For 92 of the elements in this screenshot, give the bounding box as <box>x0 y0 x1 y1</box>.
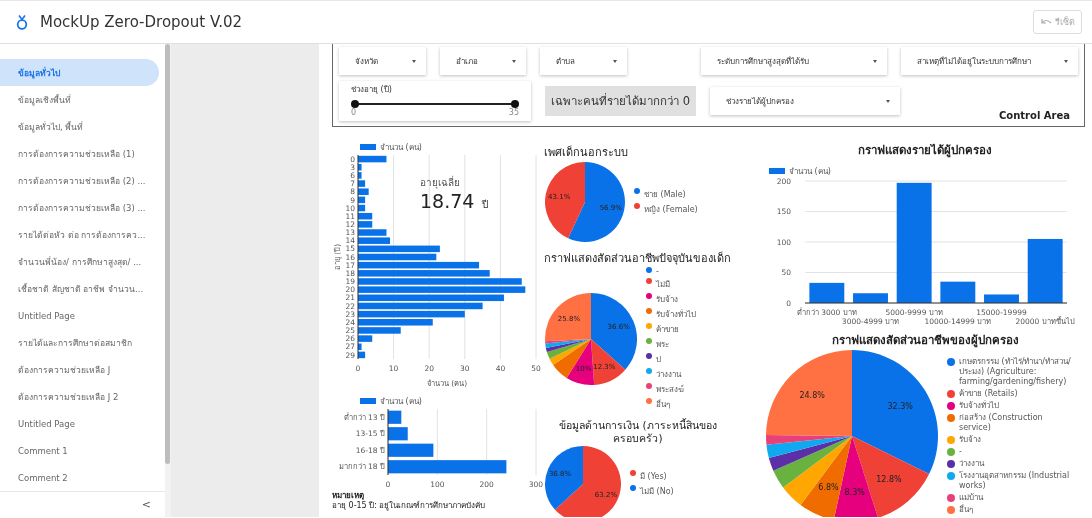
slider-handle[interactable] <box>351 99 359 108</box>
nav-item[interactable]: ข้อมูลทั่วไป, พื้นที่ <box>0 113 159 140</box>
legend-label: จำนวน (คน) <box>380 395 422 408</box>
legend-swatch <box>360 398 376 404</box>
stat-value: 18.74 <box>420 190 475 212</box>
data-label: 8.3% <box>844 488 865 498</box>
stat-label: อายุเฉลี่ย <box>420 175 461 190</box>
legend-label: หญิง (Female) <box>644 204 698 216</box>
chart-title: กราฟแสดงสัดส่วนอาชีพของผู้ปกครอง <box>830 332 1020 349</box>
legend-label: ก่อสร้าง (Construction service) <box>959 413 1044 433</box>
caret-icon <box>612 59 617 63</box>
legend-label: รับจ้างทั่วไป <box>656 308 696 321</box>
app-title: MockUp Zero-Dropout V.02 <box>40 13 244 31</box>
legend-label: พระ <box>656 339 669 351</box>
legend-swatch <box>360 144 376 150</box>
nav-item[interactable]: ข้อมูลเชิงพื้นที่ <box>0 86 159 113</box>
bar <box>1027 238 1063 303</box>
nav-item[interactable]: รายได้และการศึกษาต่อสมาชิก <box>0 329 159 356</box>
bar <box>853 293 888 303</box>
nav-item[interactable]: การต้องการความช่วยเหลือ (1) <box>0 140 159 167</box>
nav-item[interactable]: ข้อมูลทั่วไป <box>0 59 159 86</box>
legend-swatch <box>769 168 785 174</box>
panel-caption: Control Area <box>998 110 1070 121</box>
legend-label: ไม่มี <box>656 279 670 291</box>
dropdown[interactable]: ระดับการศึกษาสูงสุดที่ได้รับ <box>700 47 888 75</box>
nav-item[interactable]: การต้องการความช่วยเหลือ (2) ... <box>0 167 159 194</box>
bar <box>940 281 976 303</box>
max-label: 35 <box>508 108 519 117</box>
dropdown[interactable]: ตำบล <box>540 47 627 75</box>
data-label: 6.8% <box>818 483 839 493</box>
legend-label: ชาย (Male) <box>644 189 686 201</box>
legend-label: แม่บ้าน <box>959 493 983 503</box>
caret-icon <box>873 59 878 63</box>
legend-label: - <box>656 267 659 276</box>
bar <box>809 282 845 303</box>
caret-icon <box>1064 59 1068 63</box>
nav-item[interactable]: Comment 2 <box>0 464 159 491</box>
scrollbar-thumb[interactable] <box>165 44 170 464</box>
chart-title: เพศเด็กนอกระบบ <box>544 144 629 161</box>
legend-label: รับจ้าง <box>959 435 981 445</box>
filter-button[interactable]: เฉพาะคนที่รายได้มากกว่า 0 <box>545 86 696 116</box>
slider-label: ช่วงอายุ (ปี) <box>351 84 393 96</box>
chart-title: ข้อมูลด้านการเงิน (ภาระหนี้สินของครอบครัว) <box>558 419 718 445</box>
data-label: 24.8% <box>799 391 825 401</box>
dropdown[interactable]: สาเหตุที่ไม่ได้อยู่ในระบบการศึกษา <box>901 47 1078 75</box>
nav-item[interactable]: เชื้อชาติ สัญชาติ อาชีพ จำนวน... <box>0 275 159 302</box>
bar <box>388 443 434 457</box>
min-label: 0 <box>351 108 357 117</box>
data-label: 12.8% <box>876 474 902 484</box>
legend-label: อื่นๆ <box>656 398 670 411</box>
caret-icon <box>411 59 416 63</box>
legend-label: จำนวน (คน) <box>789 165 831 178</box>
caret-icon <box>512 59 517 63</box>
range-slider[interactable]: ช่วงอายุ (ปี) 0 35 <box>339 81 531 121</box>
legend-label: ป <box>656 354 661 366</box>
collapse-button[interactable]: < <box>135 497 157 512</box>
bar <box>984 294 1019 303</box>
data-label: 32.3% <box>887 401 913 411</box>
dropdown[interactable]: ช่วงรายได้ผู้ปกครอง <box>710 87 900 115</box>
undo-icon <box>1040 18 1052 26</box>
note-text: อายุ 0-15 ปี: อยู่ในเกณฑ์การศึกษาภาคบังคับ <box>332 501 486 510</box>
caret-icon <box>886 99 890 103</box>
nav-item[interactable]: ต้องการความช่วยเหลือ J <box>0 356 159 383</box>
legend-label: ค้าขาย (Retails) <box>959 389 1018 399</box>
legend-label: - <box>959 447 962 457</box>
nav-item[interactable]: ต้องการความช่วยเหลือ J 2 <box>0 383 159 410</box>
nav-item[interactable]: Comment 1 <box>0 437 159 464</box>
nav-item[interactable]: Untitled Page <box>0 302 159 329</box>
nav-item[interactable]: รายได้ต่อหัว ต่อ การต้องการคว... <box>0 221 159 248</box>
nav-item[interactable]: การต้องการความช่วยเหลือ (3) ... <box>0 194 159 221</box>
legend-label: รับจ้าง <box>656 294 678 306</box>
legend-label: อื่นๆ <box>959 505 973 515</box>
note-title: หมายเหตุ <box>332 491 365 501</box>
nav-item[interactable]: จำนวนพี่น้อง/ การศึกษาสูงสุด/ ... <box>0 248 159 275</box>
chart-title: กราฟแสดงสัดส่วนอาชีพปัจจุบันของเด็ก <box>544 250 732 267</box>
dropdown[interactable]: จังหวัด <box>339 47 426 75</box>
legend-label: ว่างงาน <box>656 369 681 381</box>
legend-label: พระสงฆ์ <box>656 384 684 396</box>
legend-label: ว่างงาน <box>959 459 984 469</box>
logo-icon <box>16 14 28 30</box>
legend-label: โรงงานอุตสาหกรรม (Industrial works) <box>959 471 1071 491</box>
nav-item[interactable]: Untitled Page <box>0 410 159 437</box>
slider-handle[interactable] <box>511 99 519 108</box>
stat-unit: ปี <box>482 198 489 212</box>
legend-label: มี (Yes) <box>640 471 667 483</box>
chart-title: กราฟแสดงรายได้ผู้ปกครอง <box>857 142 993 159</box>
legend-label: รับจ้างทั่วไป <box>959 401 999 411</box>
legend-label: เกษตรกรรม (ทำไร่/ทำนา/ทำสวน/ประมง) (Agriculture: farming/gardening/fishery) <box>959 357 1072 387</box>
legend-label: จำนวน (คน) <box>380 141 422 154</box>
legend-label: ไม่มี (No) <box>640 486 674 498</box>
legend-label: ค้าขาย <box>656 324 679 336</box>
dropdown[interactable]: อำเภอ <box>439 47 527 75</box>
